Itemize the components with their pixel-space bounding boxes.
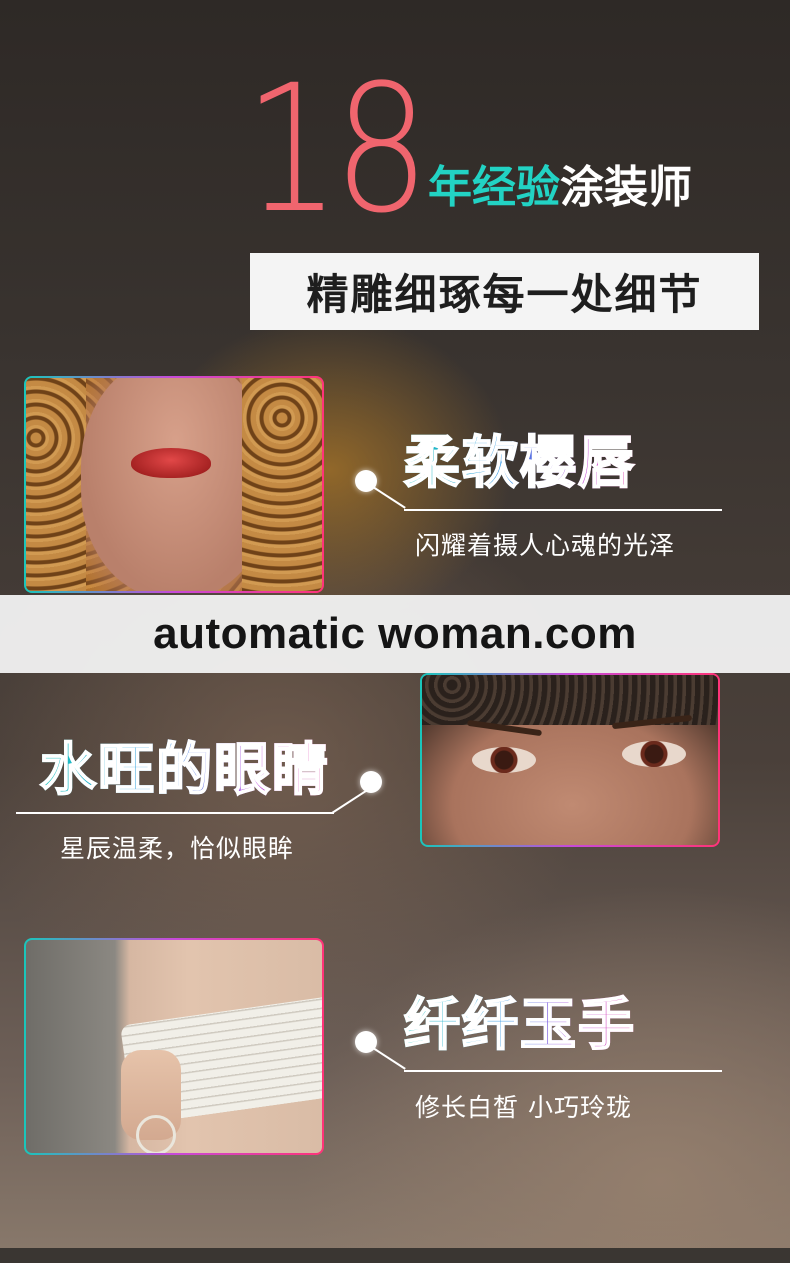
feature-caption-lips: 闪耀着摄人心魂的光泽: [415, 531, 676, 560]
lips-photo-frame: [24, 376, 324, 593]
feature-dot: [360, 771, 382, 793]
feature-connector: [369, 484, 406, 509]
feature-connector: [331, 788, 370, 814]
eye-right: [622, 741, 686, 767]
product-detail-page: { "hero": { "number": "18", "accent": "年…: [0, 0, 790, 1263]
feature-underline: [16, 812, 334, 814]
eyes-photo: [422, 675, 718, 845]
feature-title-lips: 柔软樱唇: [403, 429, 636, 497]
hair-curls-left: [26, 378, 86, 591]
lips: [131, 448, 211, 478]
watermark-text: automatic woman.com: [153, 609, 637, 658]
drawstring: [136, 1115, 176, 1153]
hero-number: 18: [244, 47, 430, 252]
lips-photo: [26, 378, 322, 591]
feature-underline: [404, 1070, 722, 1072]
feature-connector: [369, 1045, 406, 1070]
bottom-divider: [0, 1248, 790, 1263]
hand-photo: [26, 940, 322, 1153]
feature-title-hand: 纤纤玉手: [403, 991, 636, 1059]
hero-rest-text: 涂装师: [560, 162, 692, 213]
eyes-photo-frame: [420, 673, 720, 847]
hero-headline: 年经验涂装师: [428, 160, 692, 216]
feature-caption-hand: 修长白皙 小巧玲珑: [415, 1093, 632, 1122]
watermark-banner: automatic woman.com: [0, 595, 790, 673]
eye-left: [472, 747, 536, 773]
hand-photo-frame: [24, 938, 324, 1155]
feature-caption-eyes: 星辰温柔，恰似眼眸: [60, 834, 295, 863]
subtitle-banner: 精雕细琢每一处细节: [250, 253, 759, 330]
hair-curls-right: [242, 378, 322, 591]
hero-accent-text: 年经验: [428, 162, 560, 213]
feature-title-eyes: 水旺的眼睛: [39, 736, 330, 804]
feature-underline: [404, 509, 722, 511]
subtitle-text: 精雕细琢每一处细节: [306, 270, 703, 319]
